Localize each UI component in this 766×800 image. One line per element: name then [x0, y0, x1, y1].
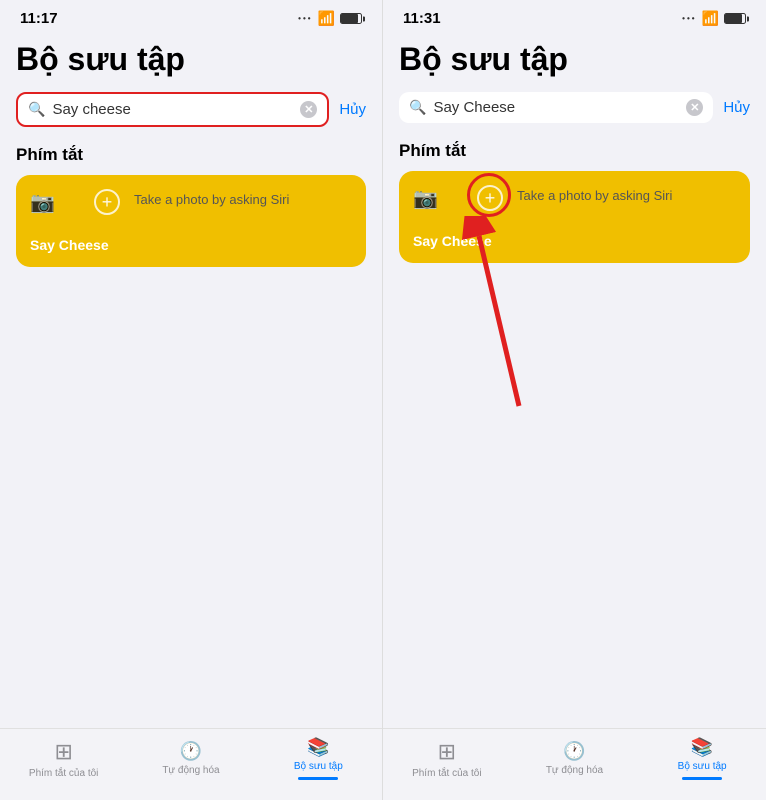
shortcut-card-wrap-left: 📷 + Say Cheese Take a photo by asking Si…: [16, 175, 366, 267]
section-title-left: Phím tắt: [16, 145, 366, 165]
bottom-nav-right: ⊞ Phím tắt của tôi 🕐 Tự động hóa 📚 Bộ sư…: [383, 728, 766, 800]
signal-icon-left: •••: [298, 14, 312, 23]
nav-icon-gallery-left: 📚: [307, 737, 329, 758]
nav-label-my-shortcuts-left: Phím tắt của tôi: [29, 768, 98, 779]
right-panel: 11:31 ••• 📶 Bộ sưu tập 🔍 Say Cheese ✕ Hủ…: [383, 0, 766, 800]
nav-label-automation-right: Tự động hóa: [546, 765, 603, 776]
search-bar-container-left: 🔍 Say cheese ✕ Hủy: [16, 92, 366, 127]
page-title-left: Bộ sưu tập: [16, 41, 366, 78]
bottom-nav-left: ⊞ Phím tắt của tôi 🕐 Tự động hóa 📚 Bộ sư…: [0, 728, 382, 800]
cancel-btn-right[interactable]: Hủy: [723, 99, 750, 116]
shortcut-card-wrap-right: 📷 + Say Cheese Take a photo by asking Si…: [399, 171, 750, 263]
nav-item-gallery-right[interactable]: 📚 Bộ sưu tập: [667, 737, 737, 780]
wifi-icon-left: 📶: [318, 10, 335, 27]
page-content-left: Bộ sưu tập 🔍 Say cheese ✕ Hủy Phím tắt 📷…: [0, 33, 382, 728]
add-icon-right[interactable]: +: [477, 185, 503, 211]
search-icon-left: 🔍: [28, 101, 45, 118]
page-content-right: Bộ sưu tập 🔍 Say Cheese ✕ Hủy Phím tắt 📷…: [383, 33, 766, 728]
status-icons-right: ••• 📶: [682, 10, 746, 27]
search-bar-container-right: 🔍 Say Cheese ✕ Hủy: [399, 92, 750, 123]
nav-item-gallery-left[interactable]: 📚 Bộ sưu tập: [283, 737, 353, 780]
status-icons-left: ••• 📶: [298, 10, 362, 27]
shortcut-card-right-col: 📷 + Say Cheese: [413, 185, 503, 249]
status-bar-left: 11:17 ••• 📶: [0, 0, 382, 33]
left-panel: 11:17 ••• 📶 Bộ sưu tập 🔍 Say cheese ✕ Hủ…: [0, 0, 383, 800]
nav-icon-clock-right: 🕐: [563, 741, 585, 762]
search-bar-right[interactable]: 🔍 Say Cheese ✕: [399, 92, 713, 123]
shortcut-desc-left: Take a photo by asking Siri: [134, 189, 352, 209]
nav-icon-clock-left: 🕐: [180, 741, 202, 762]
search-icon-right: 🔍: [409, 99, 426, 116]
nav-icon-grid-right: ⊞: [438, 739, 456, 765]
status-bar-right: 11:31 ••• 📶: [383, 0, 766, 33]
camera-icon-left: 📷: [30, 190, 55, 215]
nav-icon-grid-left: ⊞: [54, 739, 72, 765]
status-time-right: 11:31: [403, 10, 441, 27]
camera-icon-right: 📷: [413, 186, 438, 211]
shortcut-name-right: Say Cheese: [413, 233, 503, 249]
page-title-right: Bộ sưu tập: [399, 41, 750, 78]
search-clear-left[interactable]: ✕: [300, 101, 317, 118]
search-bar-left[interactable]: 🔍 Say cheese ✕: [16, 92, 329, 127]
shortcut-card-left[interactable]: 📷 + Say Cheese Take a photo by asking Si…: [16, 175, 366, 267]
add-icon-left[interactable]: +: [94, 189, 120, 215]
shortcut-card-right[interactable]: 📷 + Say Cheese Take a photo by asking Si…: [399, 171, 750, 263]
cancel-btn-left[interactable]: Hủy: [339, 101, 366, 118]
search-text-right[interactable]: Say Cheese: [433, 99, 679, 116]
nav-active-indicator-left: [298, 777, 338, 780]
nav-icon-gallery-right: 📚: [691, 737, 713, 758]
wifi-icon-right: 📶: [702, 10, 719, 27]
nav-label-gallery-left: Bộ sưu tập: [294, 761, 343, 772]
shortcut-card-left-col: 📷 + Say Cheese: [30, 189, 120, 253]
shortcut-name-left: Say Cheese: [30, 237, 120, 253]
status-time-left: 11:17: [20, 10, 58, 27]
shortcut-icon-row-left: 📷 +: [30, 189, 120, 215]
section-title-right: Phím tắt: [399, 141, 750, 161]
battery-icon-left: [340, 13, 362, 24]
nav-item-automation-left[interactable]: 🕐 Tự động hóa: [156, 741, 226, 776]
nav-label-automation-left: Tự động hóa: [162, 765, 219, 776]
nav-label-my-shortcuts-right: Phím tắt của tôi: [412, 768, 481, 779]
nav-item-my-shortcuts-right[interactable]: ⊞ Phím tắt của tôi: [412, 739, 482, 779]
nav-item-my-shortcuts-left[interactable]: ⊞ Phím tắt của tôi: [29, 739, 99, 779]
search-clear-right[interactable]: ✕: [686, 99, 703, 116]
signal-icon-right: •••: [682, 14, 696, 23]
nav-label-gallery-right: Bộ sưu tập: [678, 761, 727, 772]
shortcut-desc-right: Take a photo by asking Siri: [517, 185, 736, 205]
nav-active-indicator-right: [682, 777, 722, 780]
search-text-left[interactable]: Say cheese: [52, 101, 293, 118]
nav-item-automation-right[interactable]: 🕐 Tự động hóa: [539, 741, 609, 776]
battery-icon-right: [724, 13, 746, 24]
shortcut-icon-row-right: 📷 +: [413, 185, 503, 211]
